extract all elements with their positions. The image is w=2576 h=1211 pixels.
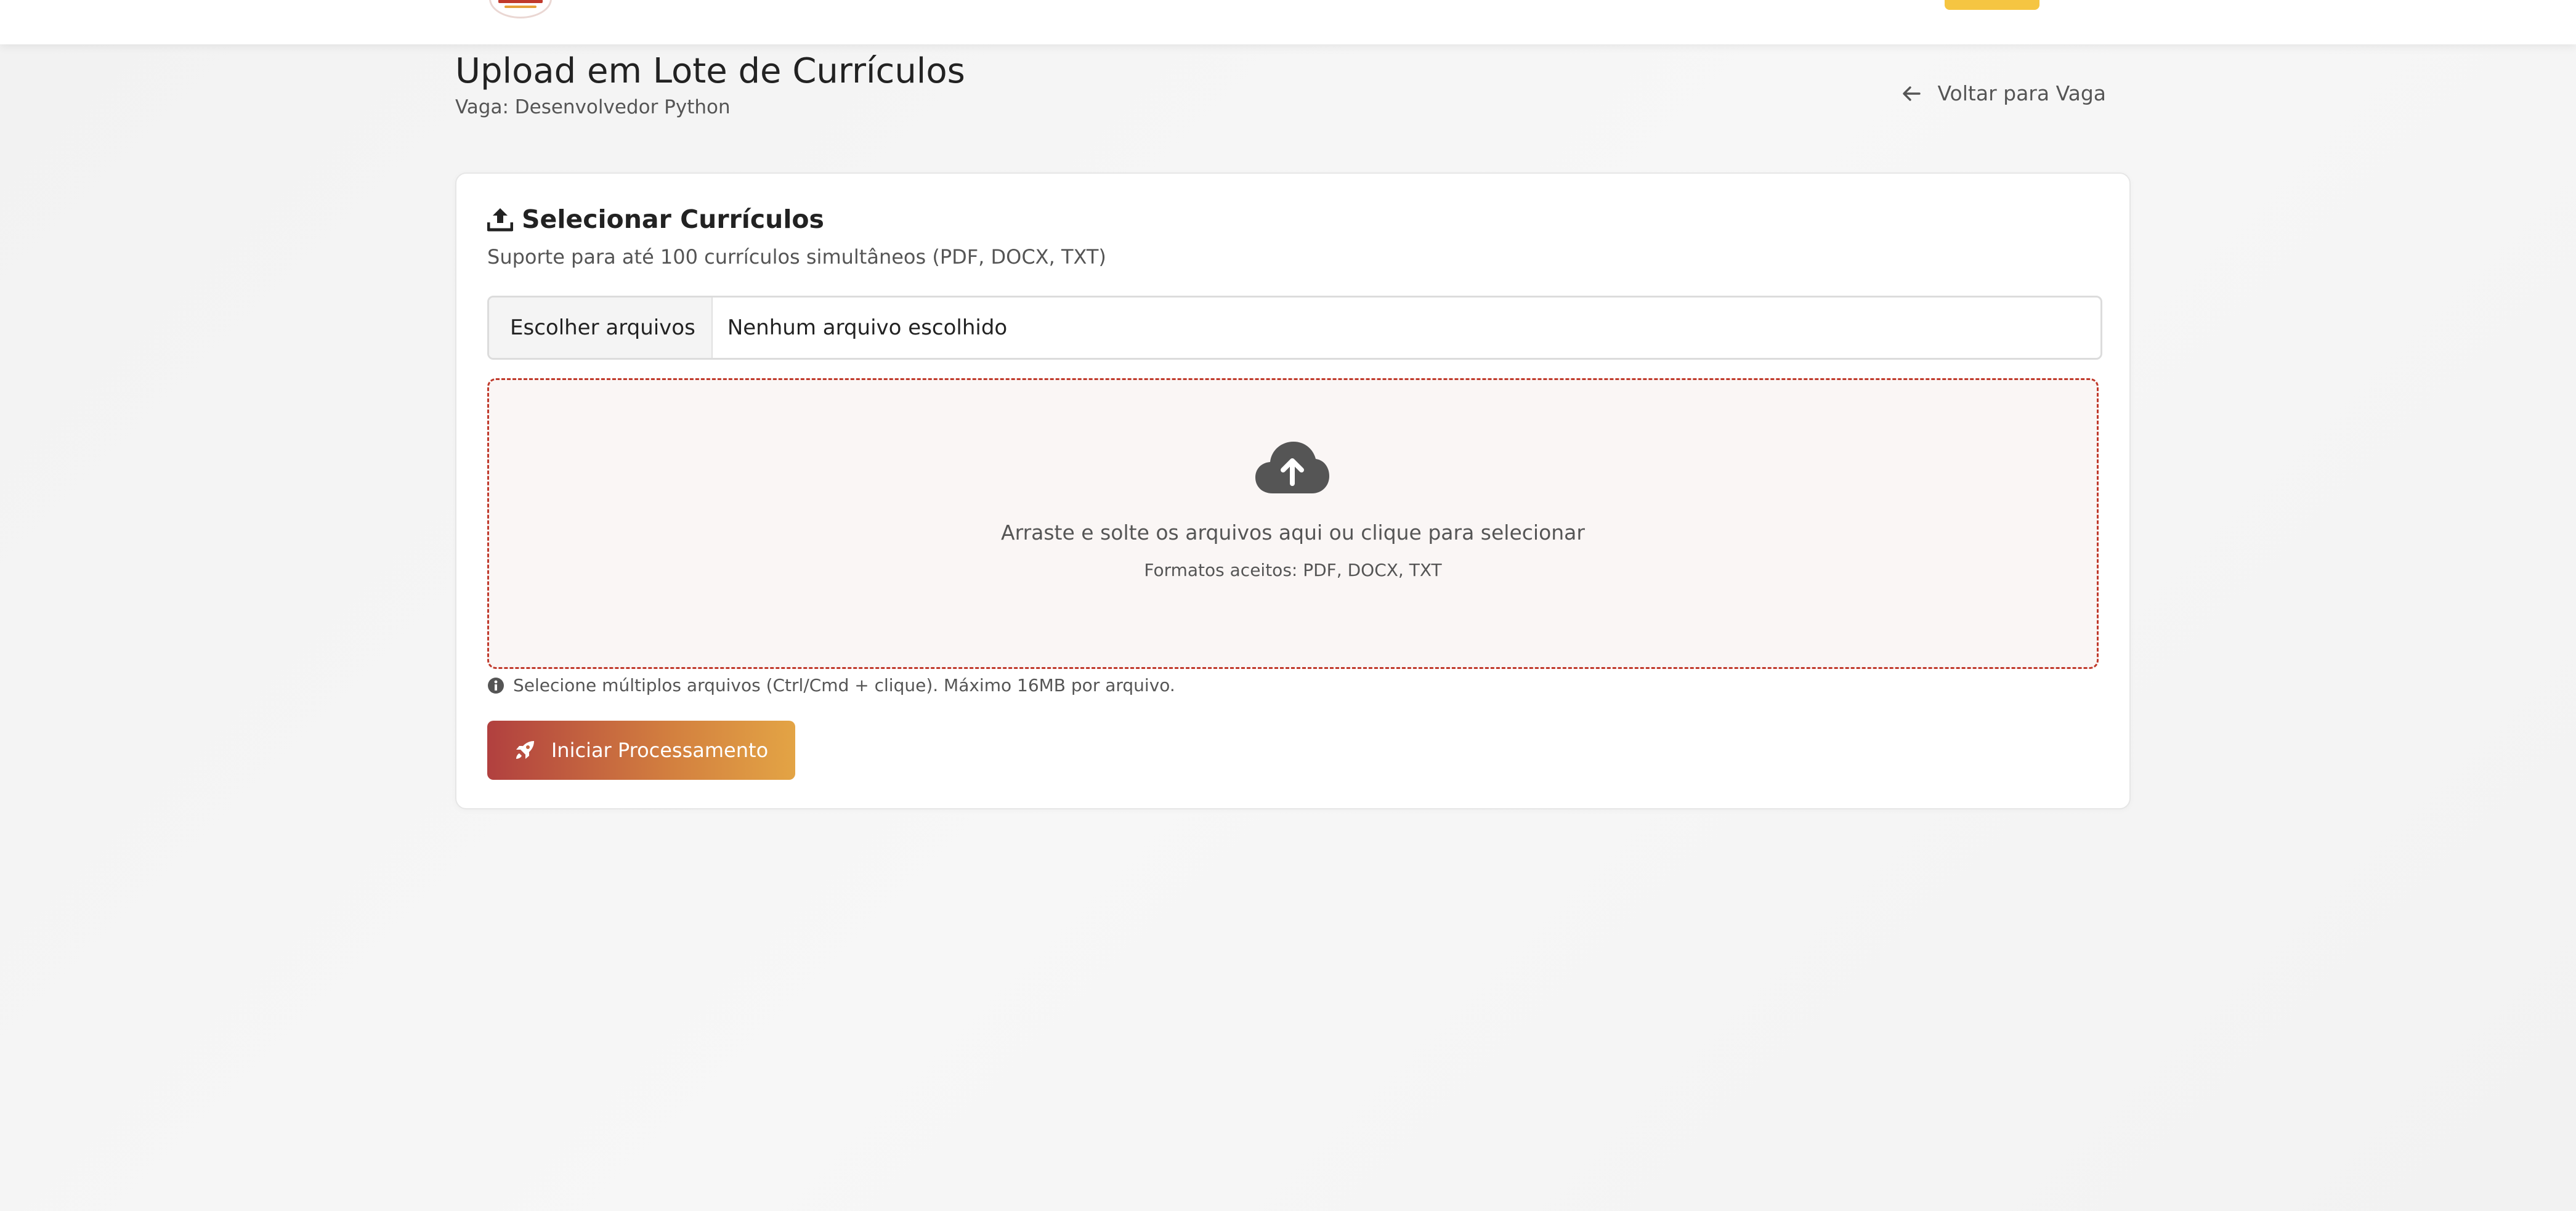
card-title: Selecionar Currículos — [487, 205, 824, 234]
page-title: Upload em Lote de Currículos — [455, 51, 965, 91]
rocket-icon — [514, 740, 535, 761]
accepted-formats: Formatos aceitos: PDF, DOCX, TXT — [1144, 560, 1442, 580]
arrow-left-icon — [1902, 86, 1921, 102]
cloud-upload-icon — [1254, 439, 1331, 495]
back-to-job-link[interactable]: Voltar para Vaga — [1902, 81, 2106, 105]
file-input[interactable]: Escolher arquivos Nenhum arquivo escolhi… — [487, 296, 2102, 360]
logo-mark — [498, 0, 543, 3]
file-input-status: Nenhum arquivo escolhido — [727, 315, 1008, 340]
page-header: Upload em Lote de Currículos Vaga: Desen… — [455, 51, 2131, 124]
drop-zone-text: Arraste e solte os arquivos aqui ou cliq… — [1001, 520, 1585, 545]
back-link-label: Voltar para Vaga — [1937, 81, 2106, 105]
logo-mark-sub — [504, 6, 537, 8]
upload-icon — [487, 206, 513, 232]
start-processing-button[interactable]: Iniciar Processamento — [487, 721, 795, 780]
upload-card: Selecionar Currículos Suporte para até 1… — [455, 172, 2131, 809]
brand-logo[interactable] — [489, 0, 552, 18]
nav-cta-button[interactable] — [1945, 0, 2039, 10]
info-circle-icon — [487, 677, 504, 694]
top-navbar — [0, 0, 2576, 44]
card-title-label: Selecionar Currículos — [522, 205, 824, 234]
help-text: Selecione múltiplos arquivos (Ctrl/Cmd +… — [487, 675, 1175, 695]
choose-files-button[interactable]: Escolher arquivos — [489, 298, 713, 358]
start-processing-label: Iniciar Processamento — [551, 739, 769, 762]
drop-zone[interactable]: Arraste e solte os arquivos aqui ou cliq… — [487, 378, 2099, 669]
help-text-label: Selecione múltiplos arquivos (Ctrl/Cmd +… — [513, 675, 1175, 695]
card-description: Suporte para até 100 currículos simultân… — [487, 245, 1106, 269]
page-subtitle: Vaga: Desenvolvedor Python — [455, 96, 731, 118]
